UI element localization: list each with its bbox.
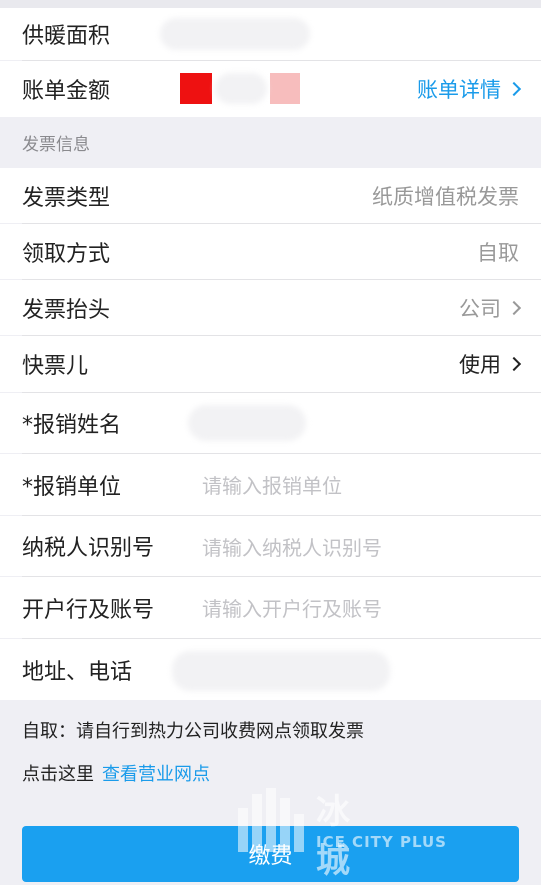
reimburse-unit-label: *报销单位 [22, 474, 122, 500]
chevron-right-icon [506, 356, 522, 372]
bank-account-input[interactable]: 请输入开户行及账号 [202, 593, 382, 622]
redaction-mark [270, 73, 300, 104]
chevron-right-icon [506, 300, 522, 315]
top-strip [0, 0, 541, 8]
pay-button[interactable]: 缴费 [22, 826, 519, 882]
invoice-header-label: 发票抬头 [22, 297, 111, 323]
quick-invoice-label: 快票儿 [22, 354, 89, 379]
bank-account-label: 开户行及账号 [22, 597, 155, 623]
invoice-header-row[interactable]: 发票抬头 公司 [0, 280, 541, 335]
chevron-right-icon [506, 81, 522, 97]
heating-area-row: 供暖面积 [0, 8, 541, 60]
invoice-header-value: 公司 [459, 296, 501, 321]
bill-detail-label: 账单详情 [417, 78, 501, 102]
taxpayer-id-row[interactable]: 纳税人识别号 请输入纳税人识别号 [0, 516, 541, 576]
redaction-mark [180, 73, 212, 104]
invoice-type-label: 发票类型 [22, 185, 111, 211]
redacted-address-field[interactable] [172, 651, 390, 691]
address-phone-label: 地址、电话 [22, 659, 133, 685]
redacted-amount [215, 73, 267, 104]
pickup-method-row[interactable]: 领取方式 自取 [0, 224, 541, 279]
redacted-name-field[interactable] [188, 405, 306, 441]
pickup-method-label: 领取方式 [22, 241, 111, 267]
bank-account-row[interactable]: 开户行及账号 请输入开户行及账号 [0, 577, 541, 638]
taxpayer-id-input[interactable]: 请输入纳税人识别号 [202, 532, 382, 561]
bill-amount-label: 账单金额 [22, 79, 111, 104]
outlets-note: 点击这里 查看营业网点 [22, 760, 210, 786]
click-here-text: 点击这里 [22, 764, 94, 785]
quick-invoice-value: 使用 [459, 353, 501, 377]
pickup-note: 自取：请自行到热力公司收费网点领取发票 [22, 721, 364, 742]
invoice-type-value: 纸质增值税发票 [372, 184, 519, 209]
invoice-section-title: 发票信息 [22, 135, 90, 155]
invoice-header-select[interactable]: 公司 [459, 293, 522, 323]
reimburse-name-label: *报销姓名 [22, 413, 122, 438]
invoice-type-row[interactable]: 发票类型 纸质增值税发票 [0, 168, 541, 223]
quick-invoice-row[interactable]: 快票儿 使用 [0, 336, 541, 392]
redacted-area-value [160, 18, 310, 50]
reimburse-unit-row[interactable]: *报销单位 请输入报销单位 [0, 454, 541, 515]
bill-detail-link[interactable]: 账单详情 [417, 74, 522, 104]
quick-invoice-use[interactable]: 使用 [459, 349, 522, 379]
pickup-method-value: 自取 [477, 240, 519, 265]
view-outlets-link[interactable]: 查看营业网点 [102, 764, 210, 785]
heating-area-label: 供暖面积 [22, 24, 111, 49]
reimburse-unit-input[interactable]: 请输入报销单位 [202, 470, 342, 499]
taxpayer-id-label: 纳税人识别号 [22, 536, 155, 561]
reimburse-name-row[interactable]: *报销姓名 [0, 393, 541, 453]
address-phone-row[interactable]: 地址、电话 [0, 639, 541, 700]
